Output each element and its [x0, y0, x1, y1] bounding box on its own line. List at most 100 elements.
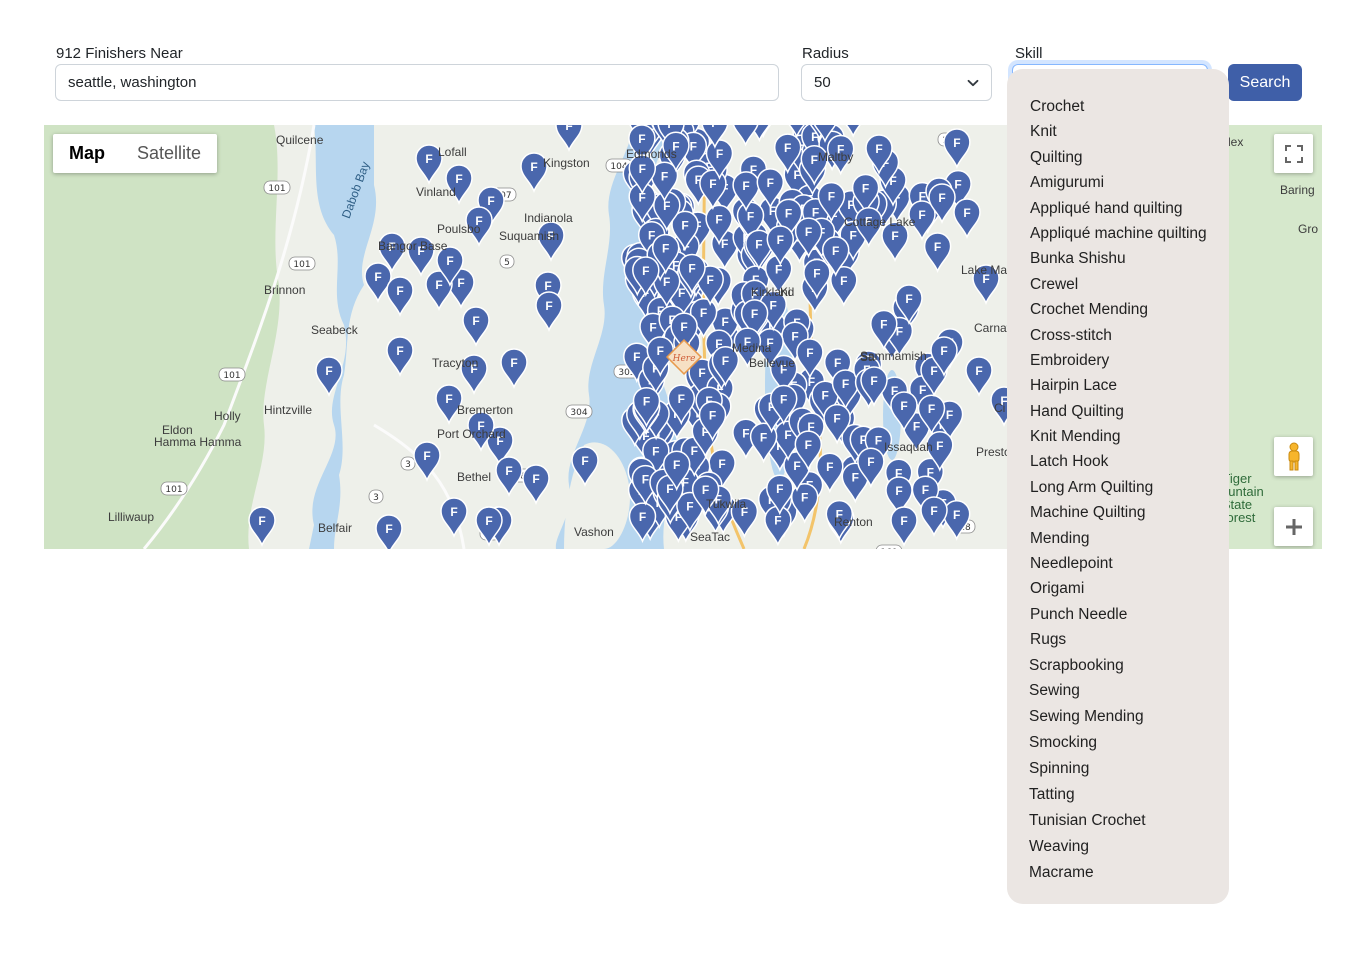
- marker-letter: F: [709, 409, 716, 423]
- highway-shield: 304: [565, 404, 593, 419]
- skill-option[interactable]: Appliqué hand quilting: [1007, 196, 1229, 221]
- skill-option[interactable]: Tunisian Crochet: [1007, 808, 1229, 834]
- marker-letter: F: [472, 314, 479, 328]
- radius-select-value[interactable]: 50: [814, 74, 831, 91]
- map-place-label: SeaTac: [690, 530, 731, 544]
- zoom-in-button[interactable]: [1274, 507, 1313, 546]
- location-input[interactable]: seattle, washington: [55, 64, 779, 101]
- skill-option[interactable]: Weaving: [1007, 834, 1229, 860]
- marker-letter: F: [895, 484, 902, 498]
- map-type-toggle[interactable]: Map Satellite: [53, 134, 218, 173]
- skill-option[interactable]: Crochet Mending: [1007, 297, 1229, 322]
- map-place-label: Lofall: [438, 145, 467, 159]
- map-place-label: Kingston: [543, 156, 590, 170]
- marker-letter: F: [801, 491, 808, 505]
- marker-letter: F: [691, 444, 698, 458]
- skill-option[interactable]: Hairpin Lace: [1007, 373, 1229, 398]
- skill-option[interactable]: Tatting: [1007, 782, 1229, 808]
- marker-letter: F: [505, 464, 512, 478]
- skill-option[interactable]: Mending: [1007, 526, 1229, 551]
- skill-option[interactable]: Long Arm Quilting: [1007, 475, 1229, 500]
- skill-option[interactable]: Spinning: [1007, 756, 1229, 782]
- marker-letter: F: [775, 262, 782, 276]
- marker-letter: F: [842, 377, 849, 391]
- skill-option[interactable]: Knit Mending: [1007, 424, 1229, 449]
- skill-option[interactable]: Bunka Shishu: [1007, 246, 1229, 271]
- radius-select[interactable]: 50: [801, 64, 992, 101]
- marker-letter: F: [709, 177, 716, 191]
- marker-letter: F: [446, 254, 453, 268]
- map-place-label: Poulsbo: [437, 222, 481, 236]
- marker-letter: F: [791, 329, 798, 343]
- skill-option[interactable]: Macrame: [1007, 860, 1229, 886]
- skill-option[interactable]: Machine Quilting: [1007, 500, 1229, 525]
- fullscreen-button[interactable]: [1274, 134, 1313, 173]
- skill-label: Skill: [1015, 45, 1043, 62]
- skill-option[interactable]: Punch Needle: [1007, 602, 1229, 627]
- marker-letter: F: [643, 395, 650, 409]
- marker-letter: F: [850, 229, 857, 243]
- map-place-label: Lilliwaup: [108, 510, 155, 524]
- map-place-label: Gro: [1298, 222, 1319, 236]
- marker-letter: F: [826, 460, 833, 474]
- location-label: 912 Finishers Near: [56, 45, 183, 62]
- marker-letter: F: [813, 267, 820, 281]
- skill-option[interactable]: Cross-stitch: [1007, 323, 1229, 348]
- skill-option[interactable]: Appliqué machine quilting: [1007, 221, 1229, 246]
- skill-option[interactable]: Embroidery: [1007, 348, 1229, 373]
- marker-letter: F: [487, 194, 494, 208]
- marker-letter: F: [760, 430, 767, 444]
- map-place-label: Bremerton: [457, 403, 514, 417]
- highway-shield-number: 3: [373, 493, 379, 503]
- skill-option[interactable]: Sewing Mending: [1007, 704, 1229, 730]
- marker-letter: F: [784, 141, 791, 155]
- highway-shield-number: 101: [268, 184, 285, 194]
- street-view-button[interactable]: [1274, 437, 1313, 476]
- marker-letter: F: [633, 350, 640, 364]
- marker-letter: F: [918, 208, 925, 222]
- marker-letter: F: [852, 470, 859, 484]
- map-place-label: Edmonds: [626, 147, 677, 161]
- marker-letter: F: [661, 169, 668, 183]
- skill-option[interactable]: Needlepoint: [1007, 551, 1229, 576]
- map-place-label: Holly: [214, 409, 241, 423]
- marker-letter: F: [445, 392, 452, 406]
- skill-option[interactable]: Latch Hook: [1007, 449, 1229, 474]
- skill-option[interactable]: Origami: [1007, 576, 1229, 601]
- skill-option[interactable]: Smocking: [1007, 730, 1229, 756]
- marker-letter: F: [875, 434, 882, 448]
- marker-letter: F: [698, 366, 705, 380]
- skill-option[interactable]: Knit: [1007, 119, 1229, 144]
- location-input-value[interactable]: seattle, washington: [68, 74, 196, 91]
- skill-option[interactable]: Crewel: [1007, 272, 1229, 297]
- map-type-satellite[interactable]: Satellite: [121, 134, 217, 173]
- marker-letter: F: [396, 284, 403, 298]
- marker-letter: F: [776, 482, 783, 496]
- skill-option[interactable]: Sewing: [1007, 678, 1229, 704]
- skill-dropdown[interactable]: Crochet Knit Quilting Amigurumi Appliqué han…: [1007, 69, 1229, 904]
- skill-option[interactable]: Crochet: [1007, 94, 1229, 119]
- skill-option[interactable]: Scrapbooking: [1007, 653, 1229, 679]
- marker-letter: F: [742, 125, 749, 128]
- skill-option[interactable]: Amigurumi: [1007, 170, 1229, 195]
- highway-shield: 169: [875, 544, 903, 549]
- map-type-map[interactable]: Map: [53, 134, 121, 173]
- skill-options-list[interactable]: Crochet Knit Quilting Amigurumi Appliqué han…: [1007, 94, 1229, 886]
- skill-option[interactable]: Rugs: [1007, 627, 1229, 652]
- marker-letter: F: [455, 172, 462, 186]
- skill-option[interactable]: Hand Quilting: [1007, 399, 1229, 424]
- marker-letter: F: [681, 218, 688, 232]
- map-place-label: Medina: [732, 341, 772, 355]
- marker-letter: F: [532, 472, 539, 486]
- marker-letter: F: [700, 306, 707, 320]
- map-place-label: Indianola: [524, 211, 573, 225]
- marker-letter: F: [423, 449, 430, 463]
- marker-letter: F: [742, 426, 749, 440]
- search-button[interactable]: Search: [1228, 64, 1302, 101]
- skill-option[interactable]: Quilting: [1007, 145, 1229, 170]
- marker-letter: F: [953, 136, 960, 150]
- marker-letter: F: [711, 125, 718, 130]
- marker-letter: F: [777, 233, 784, 247]
- marker-letter: F: [930, 364, 937, 378]
- marker-letter: F: [954, 178, 961, 192]
